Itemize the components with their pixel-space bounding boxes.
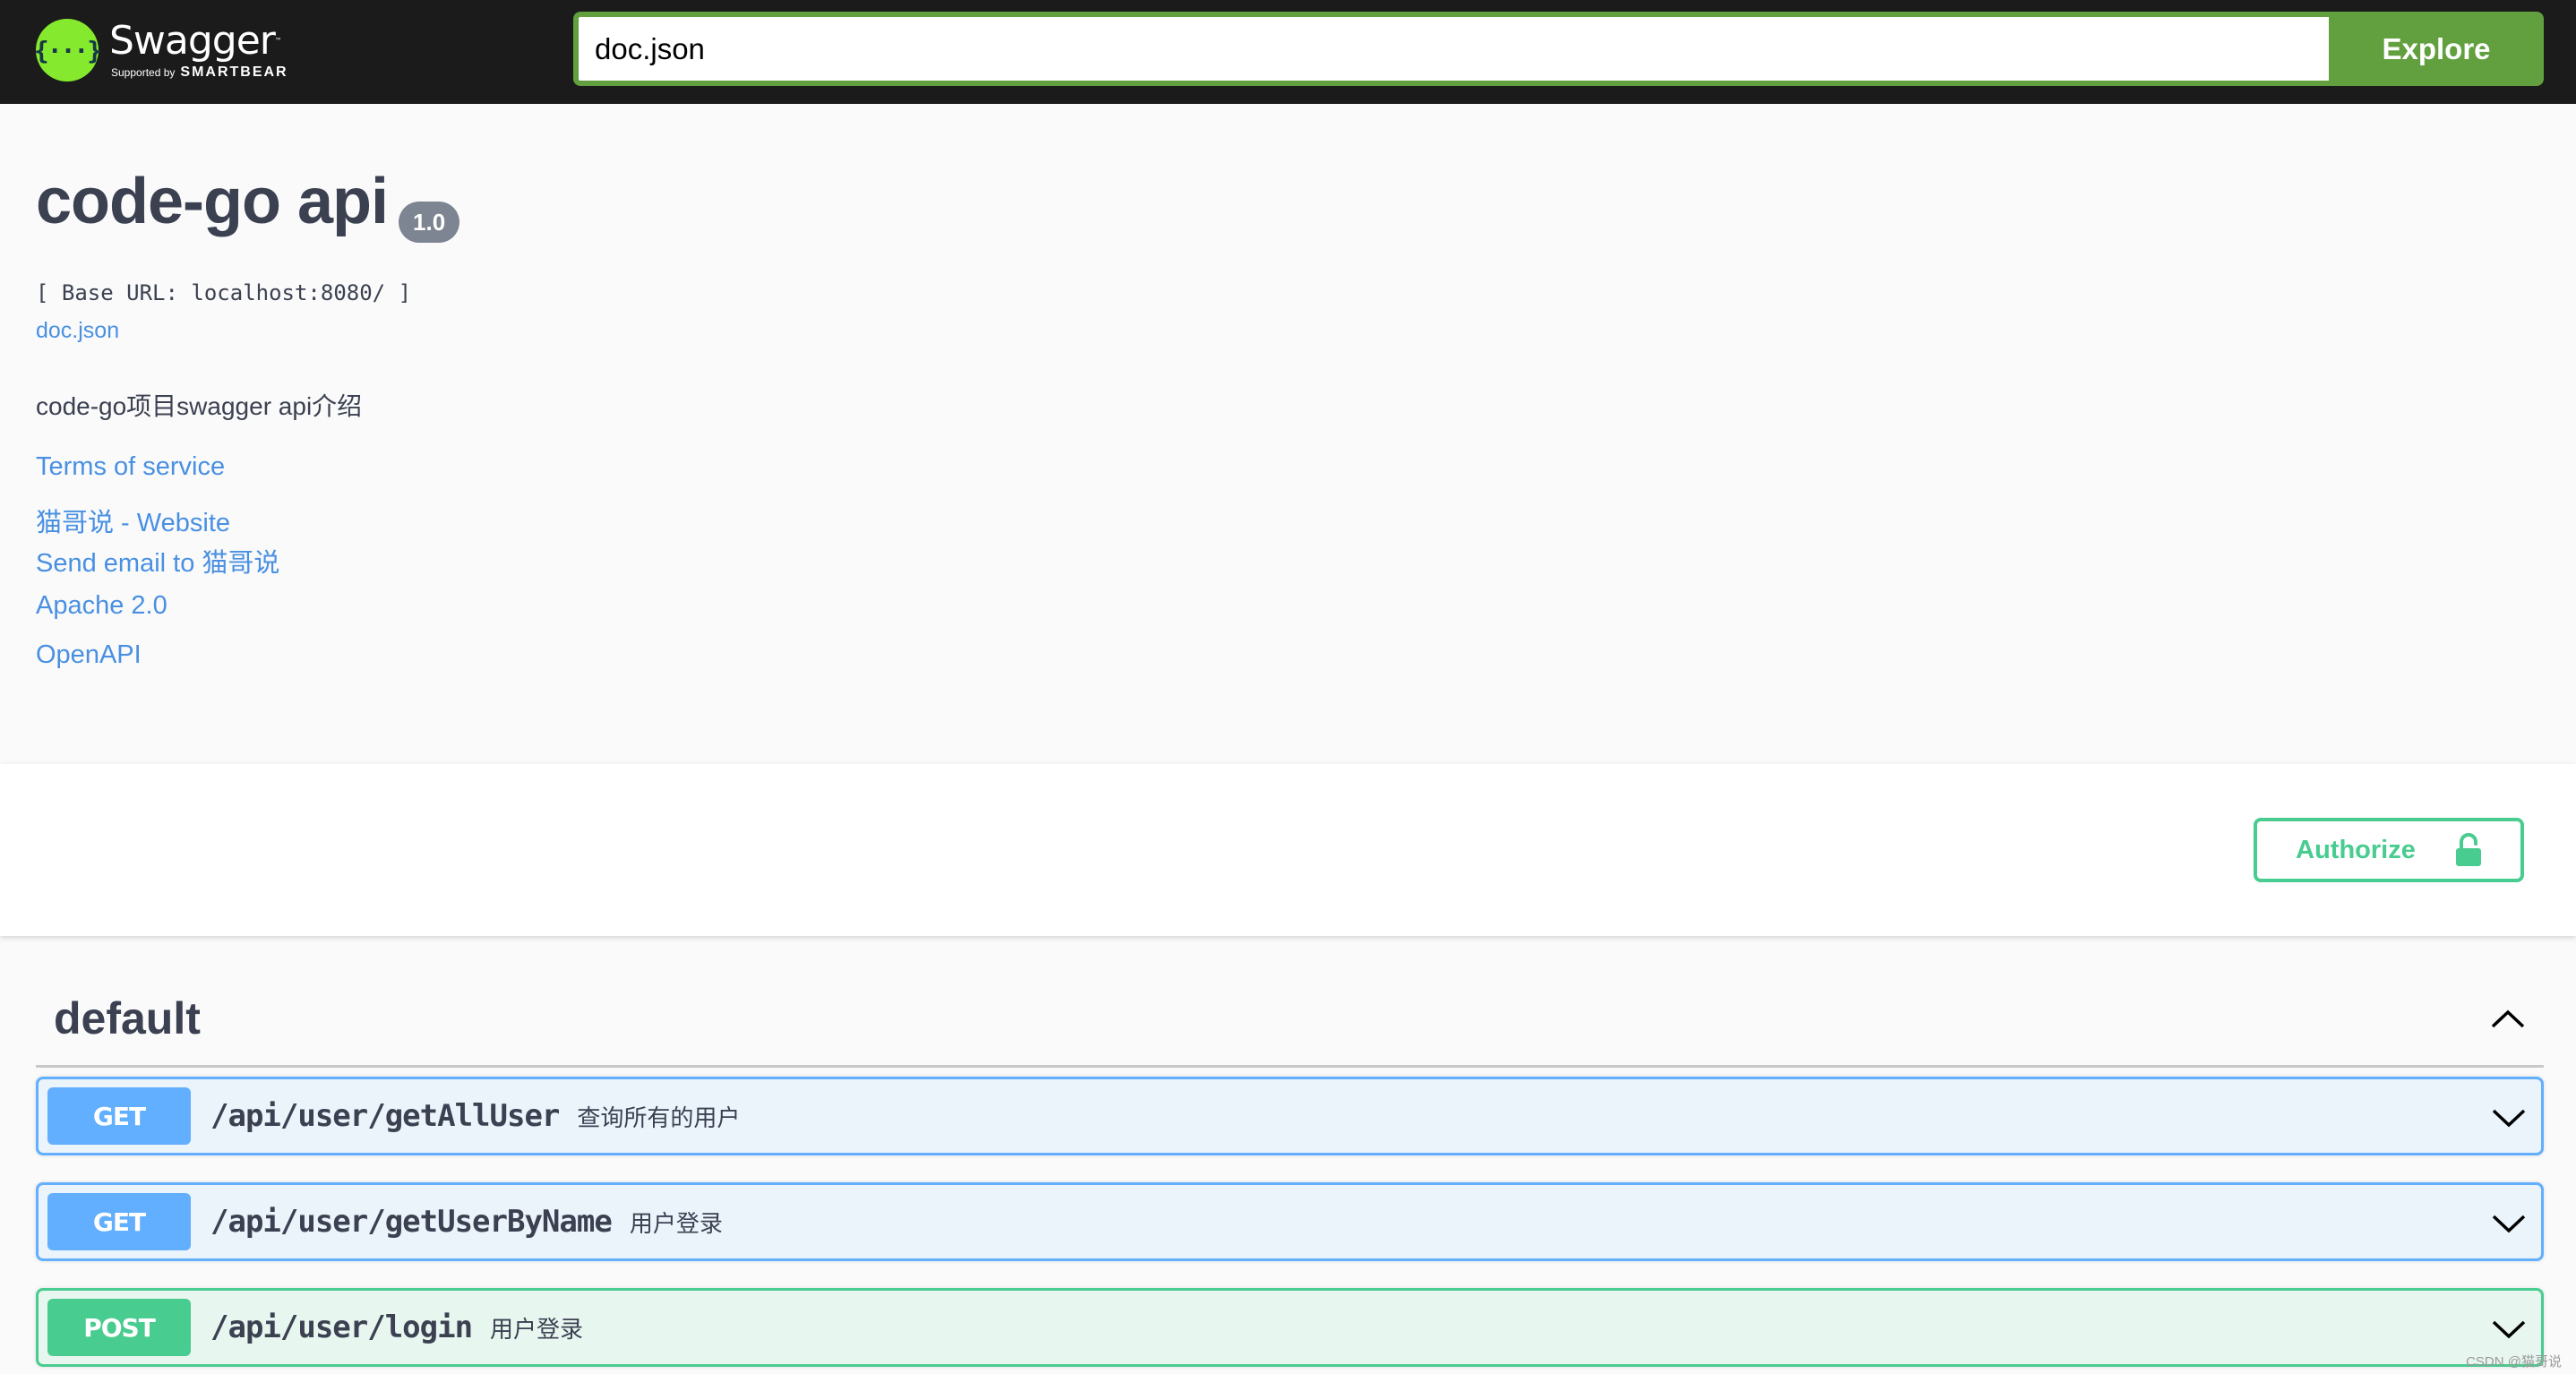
chevron-down-icon[interactable] xyxy=(2491,1108,2527,1129)
spec-url-input[interactable] xyxy=(573,12,2329,86)
operation-path: /api/user/getAllUser xyxy=(210,1098,560,1134)
logo-name: Swagger xyxy=(109,18,276,64)
api-title: code-go api xyxy=(36,166,389,237)
operation-summary: 用户登录 xyxy=(629,1209,723,1237)
logo-trademark: ™ xyxy=(274,37,282,45)
external-docs-link[interactable]: OpenAPI xyxy=(36,640,142,670)
operation-get-getAllUser[interactable]: GET /api/user/getAllUser 查询所有的用户 xyxy=(36,1077,2544,1155)
logo-text: Swagger™ Supported by SMARTBEAR xyxy=(109,20,288,81)
operation-summary: 用户登录 xyxy=(490,1315,584,1343)
license-link[interactable]: Apache 2.0 xyxy=(36,591,167,621)
base-url: [ Base URL: localhost:8080/ ] xyxy=(36,280,412,305)
contact-email-link[interactable]: Send email to 猫哥说 xyxy=(36,542,279,580)
explore-button[interactable]: Explore xyxy=(2329,12,2544,86)
version-badge: 1.0 xyxy=(399,202,460,243)
operation-get-getUserByName[interactable]: GET /api/user/getUserByName 用户登录 xyxy=(36,1182,2544,1261)
authorize-button[interactable]: Authorize xyxy=(2254,818,2524,882)
chevron-up-icon[interactable] xyxy=(2490,1008,2526,1029)
contact-website-link[interactable]: 猫哥说 - Website xyxy=(36,502,230,539)
method-badge: GET xyxy=(47,1087,191,1145)
chevron-down-icon[interactable] xyxy=(2491,1319,2527,1341)
method-badge: POST xyxy=(47,1299,191,1356)
swagger-logo[interactable]: {···} Swagger™ Supported by SMARTBEAR xyxy=(34,13,288,88)
terms-of-service-link[interactable]: Terms of service xyxy=(36,452,225,482)
logo-supported-by: Supported by xyxy=(111,66,176,79)
operation-path: /api/user/getUserByName xyxy=(210,1204,613,1240)
swagger-braces-icon: {···} xyxy=(34,19,102,82)
unlocked-padlock-icon xyxy=(2455,833,2481,866)
chevron-down-icon[interactable] xyxy=(2491,1214,2527,1235)
tag-section-default: default GET /api/user/getAllUser 查询所有的用户… xyxy=(36,972,2544,1367)
spec-link[interactable]: doc.json xyxy=(36,318,119,344)
api-info: code-go api 1.0 xyxy=(36,161,460,243)
method-badge: GET xyxy=(47,1193,191,1250)
scheme-container: Authorize xyxy=(0,764,2576,936)
tag-header-default[interactable]: default xyxy=(36,972,2544,1068)
spec-url-form: Explore xyxy=(573,12,2544,86)
operation-path: /api/user/login xyxy=(210,1310,473,1345)
topbar: {···} Swagger™ Supported by SMARTBEAR Exp… xyxy=(0,0,2576,104)
csdn-watermark: CSDN @猫哥说 xyxy=(2466,1354,2562,1370)
logo-brand: SMARTBEAR xyxy=(180,64,288,80)
operation-summary: 查询所有的用户 xyxy=(577,1103,741,1131)
tag-name: default xyxy=(54,993,201,1043)
api-description: code-go项目swagger api介绍 xyxy=(36,392,363,420)
operation-post-login[interactable]: POST /api/user/login 用户登录 xyxy=(36,1288,2544,1367)
authorize-label: Authorize xyxy=(2296,835,2416,864)
